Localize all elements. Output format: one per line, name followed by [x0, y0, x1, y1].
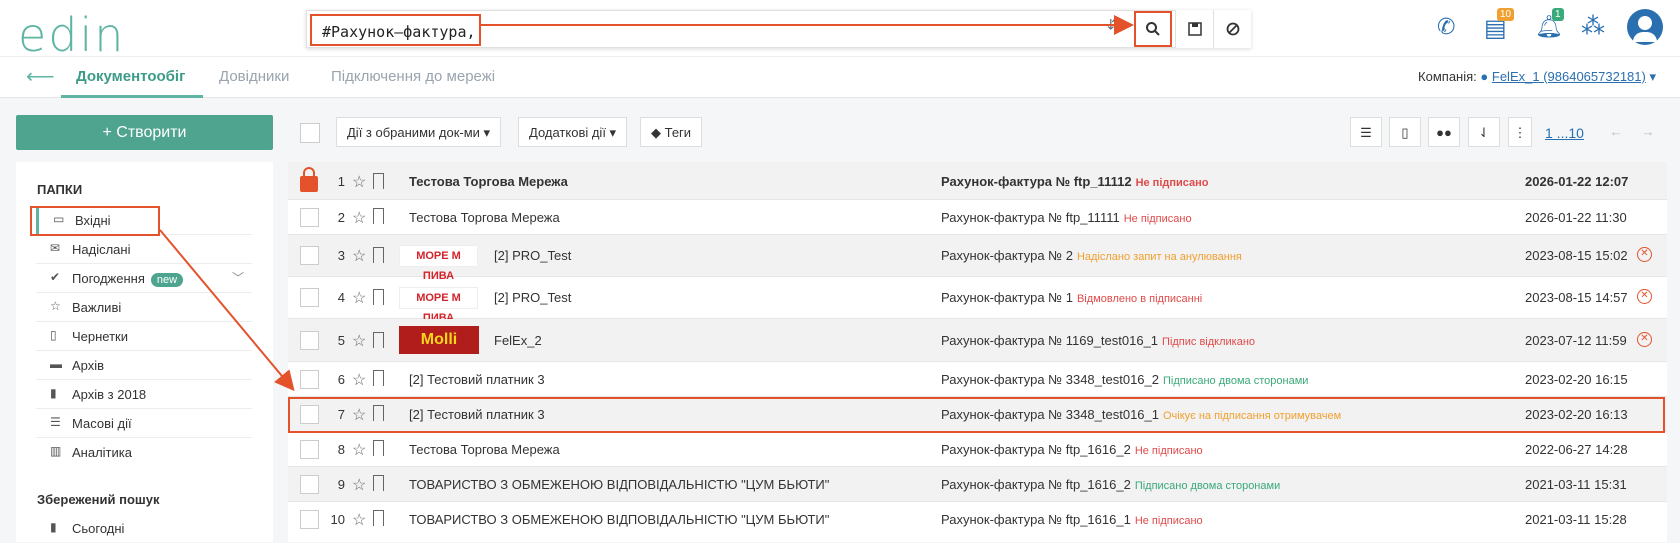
annotation-arrows: [159, 15, 1134, 392]
folder-annotation-arrow: [159, 229, 295, 392]
